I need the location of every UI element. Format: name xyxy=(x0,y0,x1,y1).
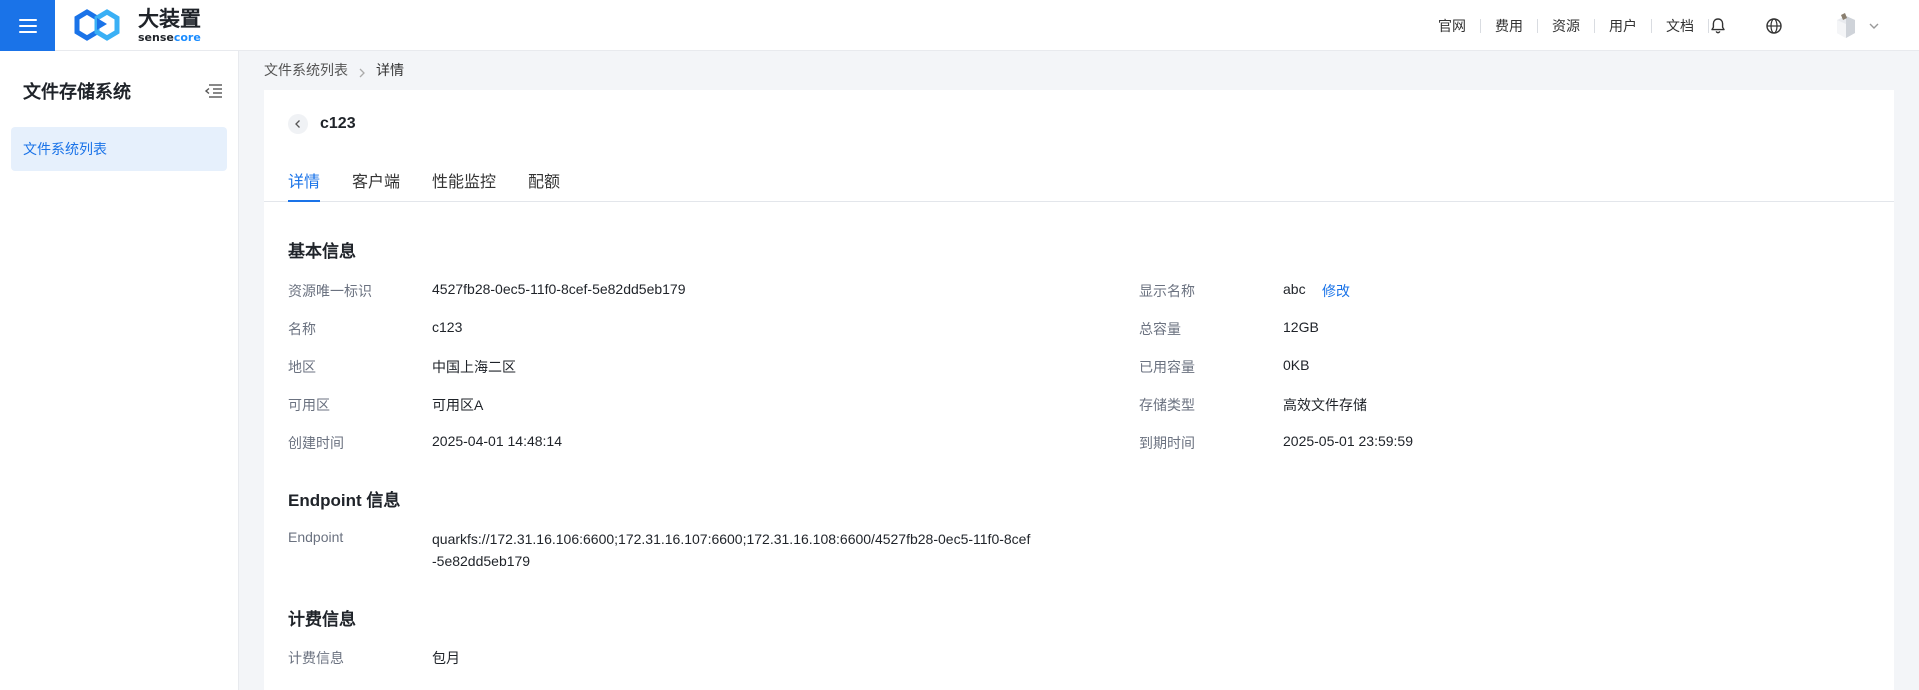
value-display-name: abc xyxy=(1283,281,1306,297)
value-total-capacity: 12GB xyxy=(1283,319,1319,335)
back-button[interactable] xyxy=(288,114,308,134)
label-billing: 计费信息 xyxy=(288,650,344,666)
value-used-capacity: 0KB xyxy=(1283,357,1310,373)
nav-official-site[interactable]: 官网 xyxy=(1424,16,1480,36)
chevron-left-icon xyxy=(295,120,300,128)
label-endpoint: Endpoint xyxy=(288,529,344,545)
logo-cn-text: 大装置 xyxy=(138,7,201,31)
tab-performance[interactable]: 性能监控 xyxy=(432,168,496,202)
nav-billing[interactable]: 费用 xyxy=(1481,16,1537,36)
bell-icon[interactable] xyxy=(1708,16,1728,36)
label-resource-id: 资源唯一标识 xyxy=(288,283,372,299)
nav-docs[interactable]: 文档 xyxy=(1652,16,1708,36)
value-zone: 可用区A xyxy=(432,397,484,413)
logo-en-text: sensecore xyxy=(138,31,201,44)
breadcrumb: 文件系统列表 详情 xyxy=(264,60,404,80)
tab-quota[interactable]: 配额 xyxy=(528,168,560,202)
section-basic-info: 基本信息 xyxy=(288,242,356,261)
sidebar: 文件存储系统 文件系统列表 xyxy=(0,51,239,690)
globe-icon[interactable] xyxy=(1764,16,1784,36)
label-storage-type: 存储类型 xyxy=(1139,397,1195,413)
value-billing: 包月 xyxy=(432,650,460,666)
brand-logo[interactable]: 大装置 sensecore xyxy=(71,6,201,46)
top-nav: 官网 费用 资源 用户 文档 xyxy=(1424,0,1709,51)
value-storage-type: 高效文件存储 xyxy=(1283,397,1367,413)
sidebar-item-filesystem-list[interactable]: 文件系统列表 xyxy=(11,127,227,171)
tab-details[interactable]: 详情 xyxy=(288,168,321,202)
breadcrumb-current: 详情 xyxy=(376,62,404,78)
section-endpoint-info: Endpoint 信息 xyxy=(288,491,401,510)
value-resource-id: 4527fb28-0ec5-11f0-8cef-5e82dd5eb179 xyxy=(432,281,686,297)
label-region: 地区 xyxy=(288,359,316,375)
label-total-capacity: 总容量 xyxy=(1139,321,1181,337)
collapse-menu-icon[interactable] xyxy=(203,82,223,100)
label-used-capacity: 已用容量 xyxy=(1139,359,1195,375)
page-title: c123 xyxy=(320,115,356,132)
hamburger-icon xyxy=(18,18,37,33)
sensecore-logo-icon xyxy=(74,9,120,41)
edit-display-name-link[interactable]: 修改 xyxy=(1322,281,1350,301)
detail-card: c123 详情 客户端 性能监控 配额 基本信息 资源唯一标识 4527fb28… xyxy=(264,90,1894,690)
user-avatar[interactable] xyxy=(1831,11,1861,41)
value-expiry-time: 2025-05-01 23:59:59 xyxy=(1283,433,1413,449)
top-header: 大装置 sensecore 官网 费用 资源 用户 文档 xyxy=(0,0,1919,51)
nav-users[interactable]: 用户 xyxy=(1595,16,1651,36)
label-expiry-time: 到期时间 xyxy=(1139,435,1195,451)
value-region: 中国上海二区 xyxy=(432,359,516,375)
label-display-name: 显示名称 xyxy=(1139,283,1195,299)
tab-clients[interactable]: 客户端 xyxy=(352,168,400,202)
section-billing-info: 计费信息 xyxy=(288,610,356,629)
label-name: 名称 xyxy=(288,321,316,337)
value-name: c123 xyxy=(432,319,463,335)
value-created-time: 2025-04-01 14:48:14 xyxy=(432,433,562,449)
header-icons xyxy=(1708,0,1784,51)
nav-resources[interactable]: 资源 xyxy=(1538,16,1594,36)
chevron-down-icon[interactable] xyxy=(1867,19,1881,33)
label-zone: 可用区 xyxy=(288,397,330,413)
value-endpoint: quarkfs://172.31.16.106:6600;172.31.16.1… xyxy=(432,531,1031,569)
menu-toggle-button[interactable] xyxy=(0,0,55,51)
tab-bar: 详情 客户端 性能监控 配额 xyxy=(264,168,1894,202)
chevron-right-icon xyxy=(358,65,366,78)
breadcrumb-filesystem-list[interactable]: 文件系统列表 xyxy=(264,60,348,80)
sidebar-title: 文件存储系统 xyxy=(23,82,131,102)
label-created-time: 创建时间 xyxy=(288,435,344,451)
